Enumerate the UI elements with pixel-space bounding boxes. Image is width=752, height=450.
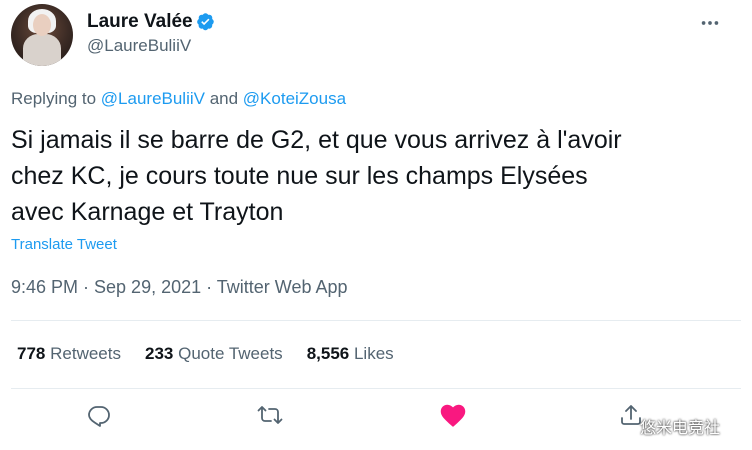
translate-tweet-link[interactable]: Translate Tweet	[11, 236, 117, 253]
author-name[interactable]: Laure Valée	[87, 11, 193, 33]
verified-badge-icon	[197, 13, 214, 31]
tweet-stats: 778 Retweets 233 Quote Tweets 8,556 Like…	[17, 344, 394, 364]
retweets-count: 778	[17, 344, 46, 363]
likes-count: 8,556	[306, 344, 350, 363]
like-button[interactable]	[438, 400, 468, 430]
retweets-label: Retweets	[50, 344, 121, 363]
quote-tweets-count: 233	[144, 344, 174, 363]
replying-conjunction: and	[204, 89, 243, 108]
retweet-icon	[257, 406, 283, 424]
divider	[11, 388, 741, 389]
likes-stat[interactable]: 8,556 Likes	[307, 344, 394, 364]
tweet-text-line: avec Karnage et Trayton	[11, 198, 284, 226]
tweet-timestamp[interactable]: 9:46 PM · Sep 29, 2021 · Twitter Web App	[11, 277, 348, 298]
quote-tweets-stat[interactable]: 233 Quote Tweets	[145, 344, 283, 364]
tweet-text: Si jamais il se barre de G2, et que vous…	[11, 122, 731, 230]
replying-to: Replying to @LaureBuliiV and @KoteiZousa	[11, 89, 346, 109]
author-handle[interactable]: @LaureBuliiV	[87, 36, 191, 56]
watermark: 悠米电竞社	[640, 420, 721, 437]
avatar[interactable]	[11, 4, 73, 66]
replying-prefix: Replying to	[11, 89, 101, 108]
divider	[11, 320, 741, 321]
quote-tweets-label: Quote Tweets	[178, 344, 283, 363]
tweet-card: Laure Valée @LaureBuliiV Replying to @La…	[0, 0, 752, 450]
reply-user-link[interactable]: @LaureBuliiV	[101, 89, 205, 108]
more-options-icon[interactable]	[697, 10, 723, 36]
likes-label: Likes	[353, 344, 394, 363]
tweet-text-line: Si jamais il se barre de G2, et que vous…	[11, 126, 622, 154]
heart-icon	[440, 404, 466, 427]
tweet-text-line: chez KC, je cours toute nue sur les cham…	[11, 162, 588, 190]
retweets-stat[interactable]: 778 Retweets	[17, 344, 121, 364]
reply-user-link[interactable]: @KoteiZousa	[243, 89, 346, 108]
reply-icon	[88, 406, 110, 427]
reply-button[interactable]	[84, 400, 114, 430]
retweet-button[interactable]	[255, 400, 285, 430]
